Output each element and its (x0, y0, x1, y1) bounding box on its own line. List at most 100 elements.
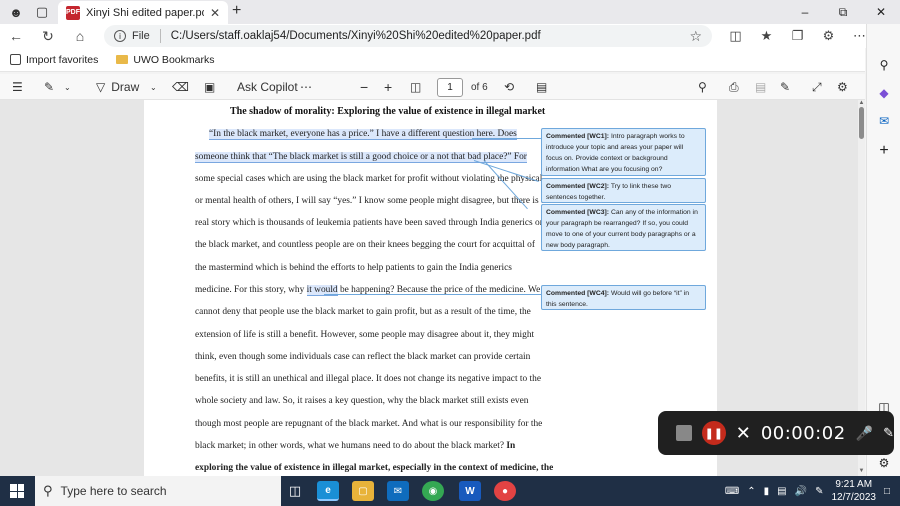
highlight-icon[interactable]: ✎ (44, 74, 54, 100)
fullscreen-icon[interactable]: ⤢ (812, 74, 822, 100)
address-bar[interactable]: i File C:/Users/staff.oaklaj54/Documents… (104, 25, 712, 47)
uwo-bookmarks-folder[interactable]: UWO Bookmarks (116, 54, 214, 66)
text-line-14: though most people are repugnant of the … (195, 419, 543, 429)
refresh-icon[interactable]: ↻ (32, 28, 64, 45)
task-view-icon[interactable]: ◫ (284, 481, 306, 501)
pdf-toolbar: ☰ ✎ ⌄ ▽ Draw ⌄ ⌫ ▣ Ask Copilot ⋯ − + ◫ 1… (0, 74, 865, 100)
cancel-recording-icon[interactable]: ✕ (736, 423, 751, 444)
window-controls: – ⧉ ✕ (786, 0, 900, 24)
tab-bar: ☻ ▢ PDF Xinyi Shi edited paper.pdf ✕ + –… (0, 0, 900, 24)
scroll-down-icon[interactable]: ▼ (858, 468, 865, 474)
comment-wc3[interactable]: Commented [WC3]: Can any of the informat… (541, 204, 706, 251)
text-line-15: black market; in other words, what we hu… (195, 441, 515, 451)
sidebar-outlook-icon[interactable]: ✉ (875, 112, 893, 130)
address-divider (159, 29, 161, 43)
scroll-thumb[interactable] (859, 107, 864, 139)
text-line-6: the black market, and countless people a… (195, 240, 535, 250)
pdf-settings-icon[interactable]: ⚙ (837, 74, 848, 100)
fit-page-icon[interactable]: ◫ (410, 74, 421, 100)
search-pdf-icon[interactable]: ⚲ (698, 74, 707, 100)
read-aloud-icon[interactable]: ▣ (204, 74, 215, 100)
new-tab-icon[interactable]: + (232, 2, 241, 20)
contents-icon[interactable]: ☰ (12, 74, 23, 100)
pause-recording-button[interactable]: ❚❚ (701, 421, 726, 445)
zoom-out-icon[interactable]: − (360, 74, 368, 100)
sidebar-add-icon[interactable]: + (875, 142, 893, 160)
system-tray: ⌨ ⌃ ▮ ▤ 🔊 ✎ 9:21 AM 12/7/2023 □ (725, 476, 900, 506)
tab-pdf[interactable]: PDF Xinyi Shi edited paper.pdf ✕ (58, 1, 228, 24)
highlight-dropdown-icon[interactable]: ⌄ (64, 74, 71, 100)
taskbar-search-placeholder: Type here to search (60, 484, 167, 498)
tray-battery-icon[interactable]: ▮ (764, 486, 770, 497)
more-tools-icon[interactable]: ⋯ (300, 74, 312, 100)
recording-timer: 00:00:02 (760, 422, 846, 444)
scroll-up-icon[interactable]: ▲ (858, 100, 865, 106)
taskbar-file-explorer-icon[interactable]: ▢ (352, 481, 374, 501)
comment-wc3-label: Commented [WC3]: (546, 209, 610, 216)
comment-wc1[interactable]: Commented [WC1]: Intro paragraph works t… (541, 128, 706, 176)
ask-copilot-button[interactable]: Ask Copilot (237, 74, 298, 100)
tray-pen-icon[interactable]: ✎ (815, 486, 823, 497)
page-number-input[interactable]: 1 (437, 78, 463, 97)
tray-network-icon[interactable]: ▤ (777, 486, 786, 497)
import-favorites-bookmark[interactable]: Import favorites (10, 54, 98, 66)
pdf-icon: PDF (66, 5, 80, 20)
document-title: The shadow of morality: Exploring the va… (230, 106, 546, 117)
favorites-icon[interactable]: ★ (751, 28, 782, 44)
taskbar-clock[interactable]: 9:21 AM 12/7/2023 (831, 478, 876, 504)
taskbar-word-icon[interactable]: W (459, 481, 481, 501)
taskbar-mail-icon[interactable]: ✉ (387, 481, 409, 501)
save-as-icon[interactable]: ✎ (780, 74, 790, 100)
home-icon[interactable]: ⌂ (64, 28, 96, 44)
close-window-icon[interactable]: ✕ (862, 0, 900, 24)
text-line-10: extension of life is still a benefit. Ho… (195, 330, 535, 340)
save-icon[interactable]: ▤ (755, 74, 766, 100)
comment-wc2[interactable]: Commented [WC2]: Try to link these two s… (541, 178, 706, 203)
pen-annotate-icon[interactable]: ✎ (883, 425, 894, 441)
extensions-icon[interactable]: ⚙ (813, 28, 844, 44)
close-tab-icon[interactable]: ✕ (210, 6, 220, 20)
restore-icon[interactable]: ⧉ (824, 0, 862, 24)
text-line-16: exploring the value of existence in ille… (195, 463, 554, 473)
back-icon[interactable]: ← (0, 28, 32, 44)
eraser-icon[interactable]: ⌫ (172, 74, 189, 100)
tray-volume-icon[interactable]: 🔊 (795, 486, 807, 497)
info-icon[interactable]: i (114, 30, 126, 42)
windows-start-icon[interactable] (10, 484, 24, 498)
comment-wc4-label: Commented [WC4]: (546, 290, 610, 297)
minimize-icon[interactable]: – (786, 0, 824, 24)
windows-taskbar: ⚲ Type here to search ◫ e ▢ ✉ ◉ W ● ⌨ ⌃ … (0, 476, 900, 506)
taskbar-search-box[interactable]: ⚲ Type here to search (35, 476, 281, 506)
tab-actions-icon[interactable]: ▢ (30, 0, 54, 24)
split-screen-icon[interactable]: ◫ (720, 28, 751, 44)
comment-wc1-label: Commented [WC1]: (546, 133, 610, 140)
tray-chevron-icon[interactable]: ⌃ (747, 486, 755, 497)
print-icon[interactable]: ⎙ (729, 74, 739, 100)
rotate-icon[interactable]: ⟲ (504, 74, 514, 100)
taskbar-edge-icon[interactable]: e (317, 481, 339, 501)
address-scheme-label: File (132, 30, 150, 42)
text-line-15-bold: In (506, 441, 516, 451)
draw-icon: ▽ (96, 80, 106, 94)
text-line-5: real story which is thousands of leukemi… (195, 218, 545, 228)
taskbar-recorder-icon[interactable]: ● (494, 481, 516, 501)
zoom-in-icon[interactable]: + (384, 74, 392, 100)
page-view-icon[interactable]: ▤ (536, 74, 547, 100)
taskbar-chrome-icon[interactable]: ◉ (422, 481, 444, 501)
collections-icon[interactable]: ❐ (782, 28, 813, 44)
tray-keyboard-icon[interactable]: ⌨ (725, 486, 739, 497)
microphone-icon[interactable]: 🎤 (856, 425, 873, 442)
draw-dropdown-icon[interactable]: ⌄ (150, 74, 157, 100)
sidebar-settings-icon[interactable]: ⚙ (875, 454, 893, 472)
comment-wc4[interactable]: Commented [WC4]: Would will go before “i… (541, 285, 706, 310)
sidebar-search-icon[interactable]: ⚲ (875, 56, 893, 74)
taskbar-search-icon: ⚲ (43, 483, 53, 498)
profile-icon[interactable]: ☻ (4, 0, 28, 24)
url-text[interactable]: C:/Users/staff.oaklaj54/Documents/Xinyi%… (171, 30, 541, 42)
sidebar-shopping-icon[interactable]: ◆ (875, 84, 893, 102)
favorite-star-icon[interactable]: ☆ (689, 28, 702, 45)
text-line-1: “In the black market, everyone has a pri… (209, 129, 517, 140)
notifications-icon[interactable]: □ (884, 486, 890, 497)
stop-recording-button[interactable] (676, 425, 692, 441)
draw-button[interactable]: ▽ Draw (96, 74, 139, 100)
